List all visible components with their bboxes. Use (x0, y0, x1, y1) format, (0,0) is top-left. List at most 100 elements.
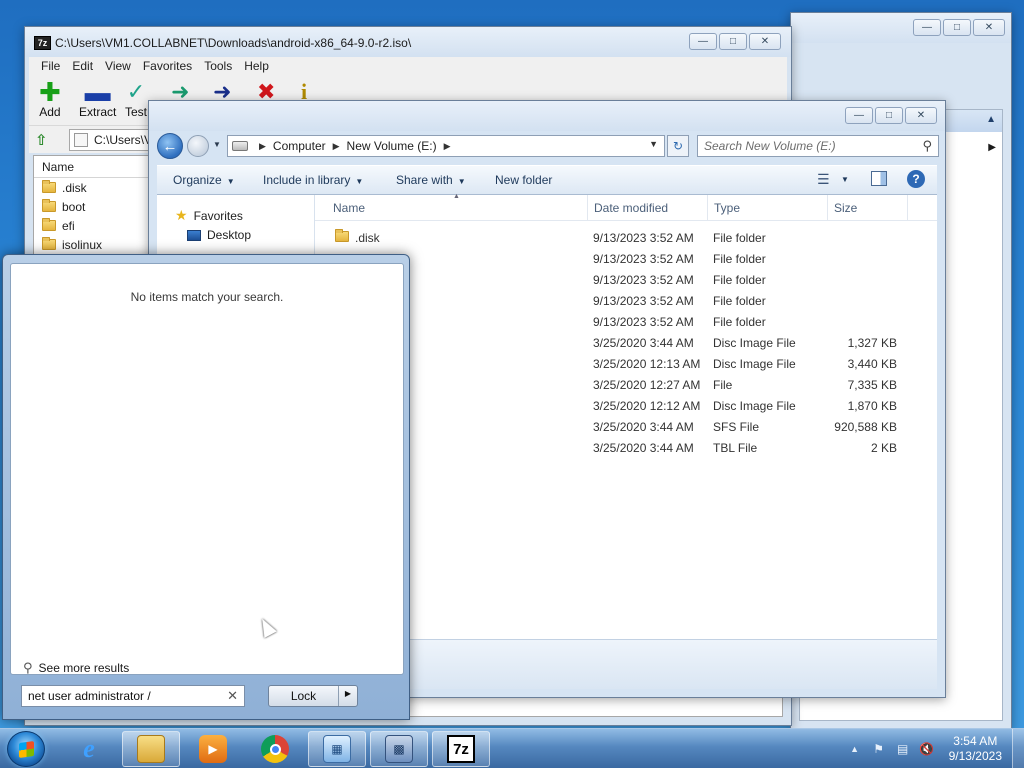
organize-button[interactable]: Organize ▼ (173, 173, 235, 187)
nav-desktop-label: Desktop (207, 228, 252, 242)
taskbar-windows-explorer[interactable] (122, 731, 180, 767)
breadcrumb-computer[interactable]: Computer (273, 139, 326, 153)
explorer-search-input[interactable]: Search New Volume (E:) ⚲ (697, 135, 939, 157)
start-search-value: net user administrator / (28, 689, 151, 703)
back-button[interactable]: ← (157, 133, 183, 159)
forward-button[interactable] (187, 135, 209, 157)
menu-favorites[interactable]: Favorites (137, 57, 198, 75)
show-hidden-icons-icon[interactable]: ▲ (847, 742, 863, 756)
taskbar-internet-explorer[interactable]: e (60, 731, 118, 767)
7zip-menubar: File Edit View Favorites Tools Help (29, 57, 787, 75)
view-dropdown-icon[interactable]: ▼ (841, 175, 849, 184)
share-with-button[interactable]: Share with ▼ (396, 173, 466, 187)
column-divider[interactable] (827, 195, 828, 221)
column-size[interactable]: Size (834, 201, 857, 215)
maximize-icon[interactable]: □ (719, 33, 747, 50)
help-icon[interactable]: ? (907, 170, 925, 188)
view-options-icon[interactable]: ☰ (817, 171, 830, 188)
lock-button[interactable]: Lock ▶ (268, 685, 358, 707)
table-row[interactable]: .disk 9/13/2023 3:52 AM File folder (315, 227, 937, 248)
preview-pane-icon[interactable] (871, 171, 887, 186)
file-date-cell: 9/13/2023 3:52 AM (593, 273, 694, 287)
file-size-cell: 7,335 KB (847, 378, 897, 392)
taskbar-media-player[interactable]: ▶ (184, 731, 242, 767)
file-type-cell: File folder (713, 294, 766, 308)
shutdown-options-arrow-icon[interactable]: ▶ (339, 686, 357, 706)
file-date-cell: 3/25/2020 3:44 AM (593, 441, 694, 455)
column-divider[interactable] (587, 195, 588, 221)
file-list-header: ▲ Name Date modified Type Size (315, 193, 937, 221)
collapse-up-icon[interactable]: ▲ (986, 114, 996, 125)
explorer-command-bar: Organize ▼ Include in library ▼ Share with… (157, 165, 937, 195)
explorer-address-bar[interactable]: ▶ Computer ▶ New Volume (E:) ▶ ▼ (227, 135, 665, 157)
file-type-cell: TBL File (713, 441, 758, 455)
test-button[interactable]: ✓ Test (125, 79, 147, 119)
folder-icon (42, 218, 56, 231)
action-center-flag-icon[interactable]: ⚑ (871, 742, 887, 756)
add-button[interactable]: ✚ Add (39, 79, 61, 119)
clock-time: 3:54 AM (953, 734, 998, 748)
menu-edit[interactable]: Edit (66, 57, 99, 75)
clear-search-icon[interactable]: ✕ (227, 688, 238, 704)
include-in-library-button[interactable]: Include in library ▼ (263, 173, 363, 187)
taskbar-clock[interactable]: 3:54 AM 9/13/2023 (949, 734, 1002, 764)
menu-tools[interactable]: Tools (198, 57, 238, 75)
start-button[interactable] (7, 731, 45, 767)
file-date-cell: 3/25/2020 12:27 AM (593, 378, 701, 392)
clock-date: 9/13/2023 (948, 749, 1002, 763)
taskbar-control-panel[interactable]: ▦ (308, 731, 366, 767)
background-window-titlebar[interactable]: — □ ✕ (791, 13, 1011, 43)
column-type[interactable]: Type (714, 201, 740, 215)
breadcrumb-new-volume[interactable]: New Volume (E:) (347, 139, 437, 153)
column-date-modified[interactable]: Date modified (594, 201, 668, 215)
include-in-library-label: Include in library (263, 173, 351, 187)
minimize-icon[interactable]: — (689, 33, 717, 50)
taskbar-7zip[interactable]: 7z (432, 731, 490, 767)
nav-favorites[interactable]: ★ Favorites (175, 207, 243, 224)
breadcrumb-separator-icon[interactable]: ▶ (333, 141, 340, 152)
network-icon[interactable]: ▤ (895, 742, 911, 756)
see-more-results-link[interactable]: ⚲ See more results (23, 660, 129, 676)
star-icon: ★ (175, 207, 188, 223)
file-size-cell: 1,870 KB (847, 399, 897, 413)
start-search-input[interactable]: net user administrator / ✕ (21, 685, 245, 707)
expand-right-icon[interactable]: ▶ (988, 142, 996, 153)
plus-icon: ✚ (39, 77, 61, 107)
file-type-cell: Disc Image File (713, 357, 796, 371)
column-divider[interactable] (907, 195, 908, 221)
7zip-window-title: C:\Users\VM1.COLLABNET\Downloads\android… (55, 36, 412, 50)
up-folder-icon[interactable]: ⇧ (35, 131, 48, 149)
extract-button[interactable]: ▬ Extract (79, 79, 116, 119)
taskbar: e ▶ ▦ ▩ 7z ▲ ⚑ ▤ 🔇 3:54 AM 9/13/2023 (0, 728, 1024, 768)
column-divider[interactable] (707, 195, 708, 221)
minimize-icon[interactable]: — (913, 19, 941, 36)
new-folder-button[interactable]: New folder (495, 173, 552, 187)
volume-muted-icon[interactable]: 🔇 (919, 742, 935, 756)
nav-desktop[interactable]: Desktop (187, 228, 251, 242)
explorer-titlebar[interactable]: — □ ✕ (149, 101, 945, 131)
file-date-cell: 9/13/2023 3:52 AM (593, 231, 694, 245)
file-size-cell: 3,440 KB (847, 357, 897, 371)
breadcrumb-separator-icon[interactable]: ▶ (259, 141, 266, 152)
search-icon[interactable]: ⚲ (922, 138, 932, 154)
minimize-icon[interactable]: — (845, 107, 873, 124)
close-icon[interactable]: ✕ (905, 107, 937, 124)
no-results-message: No items match your search. (130, 290, 284, 304)
breadcrumb-separator-icon[interactable]: ▶ (444, 141, 451, 152)
menu-view[interactable]: View (99, 57, 137, 75)
close-icon[interactable]: ✕ (749, 33, 781, 50)
menu-file[interactable]: File (35, 57, 66, 75)
refresh-button[interactable]: ↻ (667, 135, 689, 157)
file-name-cell: .disk (335, 229, 380, 245)
show-desktop-button[interactable] (1012, 729, 1024, 768)
maximize-icon[interactable]: □ (943, 19, 971, 36)
taskbar-chrome[interactable] (246, 731, 304, 767)
menu-help[interactable]: Help (238, 57, 275, 75)
address-dropdown-icon[interactable]: ▼ (649, 139, 658, 149)
recent-pages-dropdown-icon[interactable]: ▼ (213, 140, 221, 149)
close-icon[interactable]: ✕ (973, 19, 1005, 36)
taskbar-remote-desktop[interactable]: ▩ (370, 731, 428, 767)
7zip-titlebar[interactable]: 7z C:\Users\VM1.COLLABNET\Downloads\andr… (25, 27, 791, 57)
column-name[interactable]: Name (333, 201, 365, 215)
maximize-icon[interactable]: □ (875, 107, 903, 124)
